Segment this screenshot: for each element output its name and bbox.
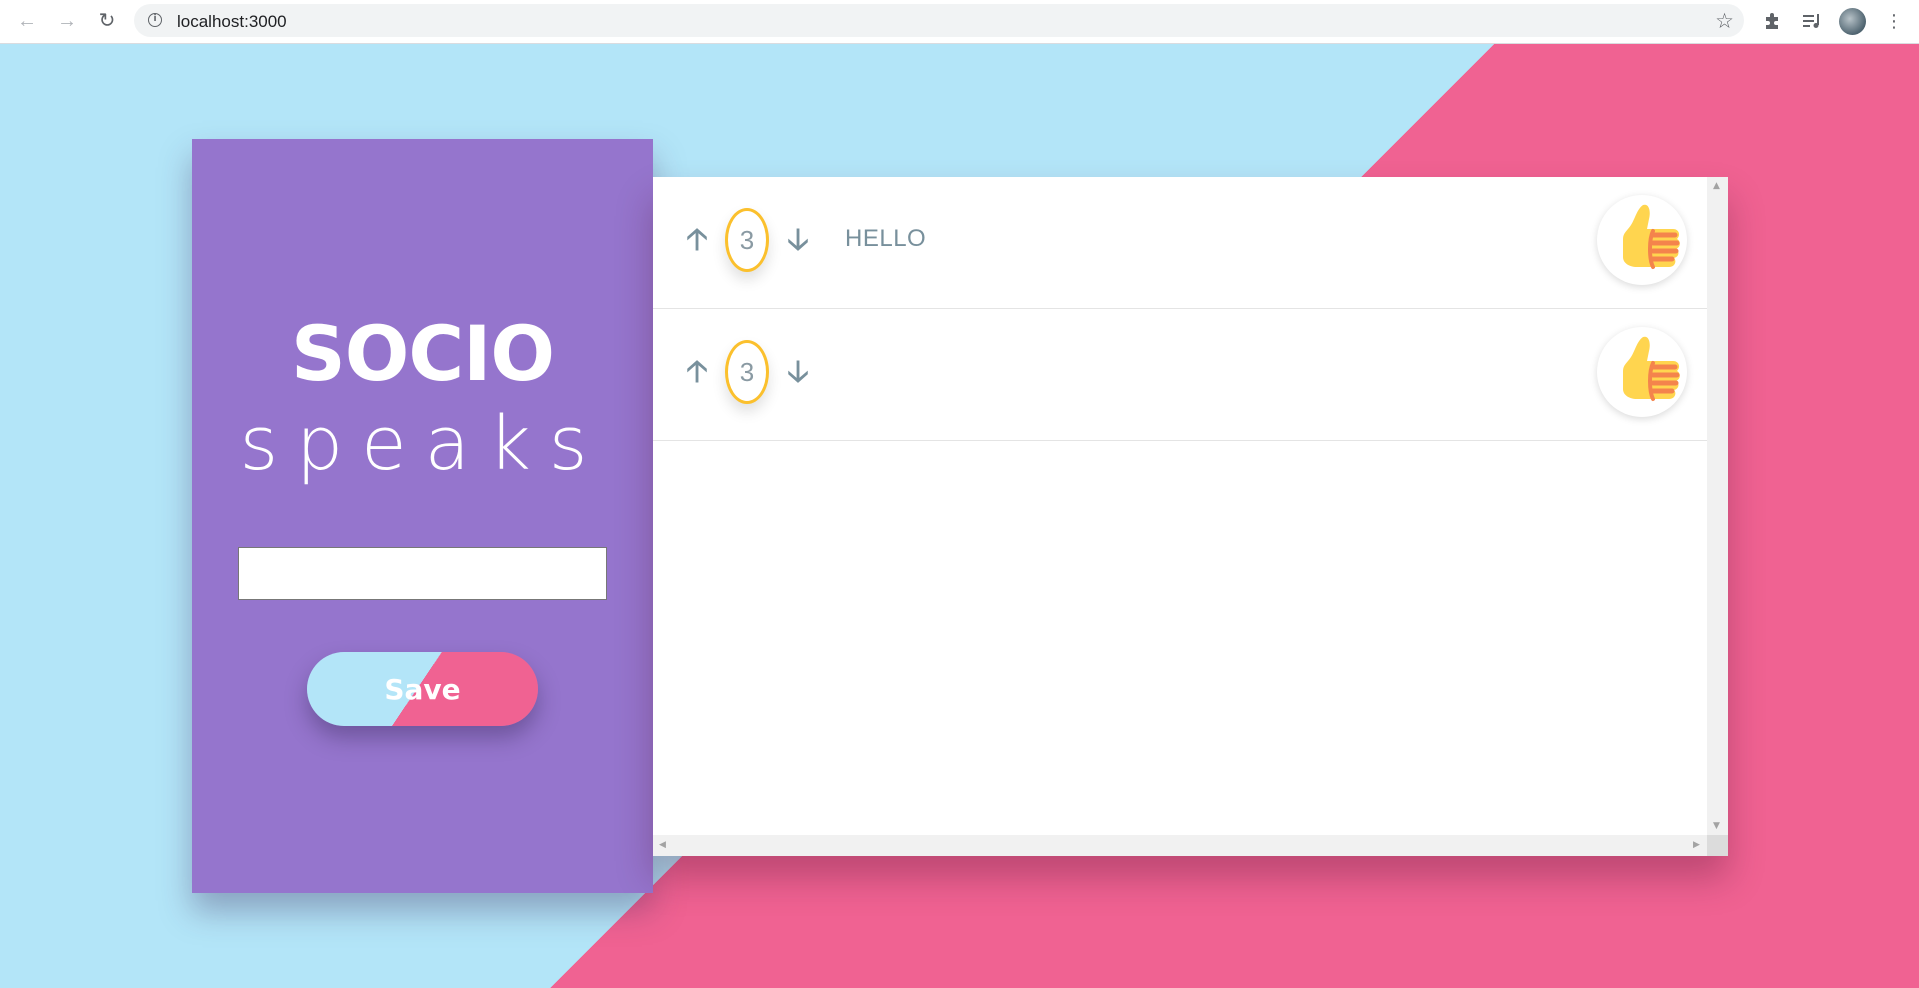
- reload-icon[interactable]: ↻: [94, 8, 120, 34]
- vote-count: 3: [725, 208, 769, 272]
- arrow-down-icon[interactable]: 🡣: [783, 355, 813, 389]
- bookmark-star-icon[interactable]: ☆: [1715, 9, 1734, 33]
- media-control-icon[interactable]: [1800, 9, 1824, 33]
- thumbs-up-icon[interactable]: [1597, 327, 1687, 417]
- forward-icon[interactable]: →: [54, 8, 80, 34]
- scrollbar-corner: [1707, 835, 1728, 856]
- back-icon[interactable]: ←: [14, 8, 40, 34]
- browser-toolbar: ← → ↻ i localhost:3000 ☆ ⋮: [0, 0, 1919, 44]
- extensions-icon[interactable]: [1760, 9, 1784, 33]
- post-input[interactable]: [238, 547, 607, 600]
- url-text[interactable]: localhost:3000: [177, 12, 287, 32]
- page-background: SOCIO speaks Save 🡡 3 🡣 HELLO �: [0, 44, 1919, 988]
- address-bar[interactable]: i localhost:3000 ☆: [134, 4, 1744, 37]
- arrow-up-icon[interactable]: 🡡: [682, 355, 712, 389]
- post-text: HELLO: [845, 225, 927, 252]
- compose-card: SOCIO speaks Save: [192, 139, 653, 893]
- scroll-up-icon[interactable]: ▲: [1713, 181, 1720, 191]
- posts-list: 🡡 3 🡣 HELLO 🡡 3 🡣: [653, 177, 1707, 835]
- thumbs-up-icon[interactable]: [1597, 195, 1687, 285]
- vote-count: 3: [725, 340, 769, 404]
- posts-panel: 🡡 3 🡣 HELLO 🡡 3 🡣 ▲ ▼ ◀ ▶: [653, 177, 1728, 856]
- list-item: 🡡 3 🡣: [653, 309, 1707, 441]
- scroll-down-icon[interactable]: ▼: [1713, 821, 1720, 831]
- save-button[interactable]: Save: [307, 652, 538, 726]
- list-item: 🡡 3 🡣 HELLO: [653, 177, 1707, 309]
- scroll-left-icon[interactable]: ◀: [659, 840, 666, 850]
- arrow-down-icon[interactable]: 🡣: [783, 223, 813, 257]
- vertical-scrollbar[interactable]: ▲ ▼: [1707, 177, 1728, 835]
- scroll-right-icon[interactable]: ▶: [1693, 840, 1700, 850]
- site-info-icon[interactable]: i: [148, 13, 162, 27]
- horizontal-scrollbar[interactable]: ◀ ▶: [653, 835, 1707, 856]
- brand-subtitle: speaks: [239, 401, 606, 487]
- menu-icon[interactable]: ⋮: [1882, 9, 1906, 33]
- arrow-up-icon[interactable]: 🡡: [682, 223, 712, 257]
- profile-avatar[interactable]: [1839, 8, 1866, 35]
- brand-title: SOCIO: [290, 309, 555, 398]
